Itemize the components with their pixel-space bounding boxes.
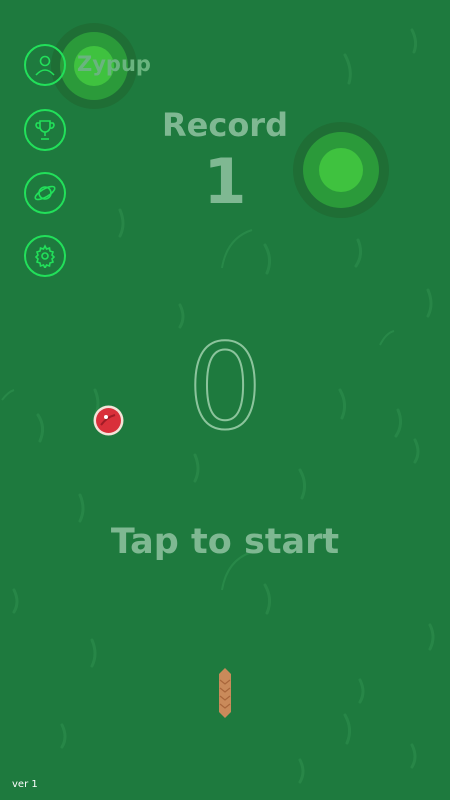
meat-food-icon bbox=[93, 405, 124, 436]
tap-to-start-prompt[interactable]: Tap to start bbox=[0, 522, 450, 562]
version-label: ver 1 bbox=[12, 779, 38, 790]
record-value: 1 bbox=[203, 145, 247, 218]
settings-button[interactable] bbox=[24, 235, 66, 277]
record-label: Record bbox=[162, 106, 288, 144]
user-icon bbox=[35, 55, 55, 76]
username: Zypup bbox=[77, 52, 151, 76]
snake-player bbox=[219, 668, 231, 718]
profile-button[interactable] bbox=[24, 44, 66, 86]
current-score: 0 bbox=[186, 317, 263, 457]
gear-icon bbox=[34, 244, 56, 268]
